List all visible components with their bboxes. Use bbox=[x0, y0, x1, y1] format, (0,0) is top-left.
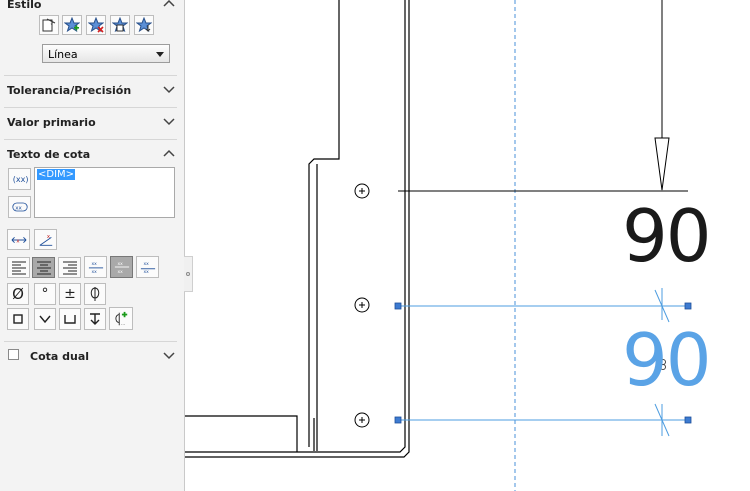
chevron-down-icon bbox=[163, 352, 175, 360]
countersink-symbol-icon[interactable] bbox=[34, 308, 56, 330]
align-center-icon[interactable] bbox=[32, 257, 55, 278]
svg-text:xx: xx bbox=[91, 262, 97, 267]
dimension-value-blue[interactable]: 90 bbox=[622, 324, 712, 396]
align-left-icon[interactable] bbox=[7, 257, 30, 278]
chevron-down-icon bbox=[163, 118, 175, 126]
depth-symbol-icon[interactable] bbox=[84, 308, 106, 330]
dimension-black bbox=[398, 0, 688, 192]
degree-symbol-button[interactable]: ° bbox=[34, 283, 56, 305]
part-edge bbox=[185, 415, 298, 452]
save-style-icon[interactable] bbox=[110, 15, 130, 35]
divider bbox=[4, 341, 177, 342]
style-dropdown[interactable]: Línea bbox=[42, 44, 170, 63]
selection-handle bbox=[394, 302, 402, 310]
section-valor-primario-title: Valor primario bbox=[7, 116, 96, 129]
diameter-symbol: Ø bbox=[12, 285, 24, 303]
more-symbols-icon[interactable]: ... bbox=[109, 307, 133, 330]
selection-handle bbox=[394, 416, 402, 424]
svg-text:xx: xx bbox=[117, 262, 123, 267]
degree-symbol: ° bbox=[41, 286, 49, 302]
svg-text:xx: xx bbox=[91, 270, 97, 275]
svg-text:xx: xx bbox=[117, 270, 123, 275]
section-cota-dual-header[interactable]: Cota dual bbox=[0, 344, 184, 368]
divider bbox=[4, 75, 177, 76]
chevron-up-icon bbox=[163, 149, 175, 157]
text-top-icon[interactable]: xx xx bbox=[84, 256, 107, 278]
section-texto-cota-title: Texto de cota bbox=[7, 148, 91, 161]
align-right-icon[interactable] bbox=[58, 257, 81, 278]
center-dimension-icon[interactable]: x bbox=[7, 229, 30, 250]
dimension-text-field[interactable]: <DIM> bbox=[34, 167, 175, 218]
apply-default-style-icon[interactable]: ✓ bbox=[39, 15, 59, 35]
svg-text:✓: ✓ bbox=[50, 21, 54, 27]
style-dropdown-value: Línea bbox=[48, 48, 78, 61]
counterbore-symbol-icon[interactable] bbox=[59, 308, 81, 330]
svg-text:xx: xx bbox=[143, 270, 149, 275]
selection-handle bbox=[684, 416, 692, 424]
svg-text:xx: xx bbox=[15, 205, 22, 211]
section-texto-cota-header[interactable]: Texto de cota bbox=[0, 142, 184, 166]
plus-minus-symbol-button[interactable]: ± bbox=[59, 283, 81, 305]
add-style-icon[interactable] bbox=[62, 15, 82, 35]
section-cota-dual-title: Cota dual bbox=[30, 350, 90, 363]
svg-text:x: x bbox=[16, 238, 19, 244]
chevron-up-icon bbox=[163, 0, 175, 7]
part-outline bbox=[185, 0, 406, 453]
svg-text:x: x bbox=[46, 234, 49, 240]
diameter-symbol-button[interactable]: Ø bbox=[7, 283, 29, 305]
section-estilo-header[interactable]: Estilo bbox=[0, 0, 184, 16]
hole-center-mark bbox=[354, 412, 370, 428]
svg-text:(xx): (xx) bbox=[12, 175, 27, 184]
delete-style-icon[interactable] bbox=[86, 15, 106, 35]
chevron-down-icon bbox=[163, 86, 175, 94]
divider bbox=[4, 139, 177, 140]
add-parenthesis-icon[interactable]: (xx) bbox=[8, 168, 31, 190]
part-outline-offset bbox=[185, 0, 410, 458]
square-symbol-icon[interactable] bbox=[7, 308, 29, 330]
section-tolerancia-header[interactable]: Tolerancia/Precisión bbox=[0, 78, 184, 102]
offset-text-icon[interactable]: x bbox=[34, 229, 57, 250]
text-bottom-icon[interactable]: xx xx bbox=[136, 256, 159, 278]
svg-text:xx: xx bbox=[143, 262, 149, 267]
text-middle-icon[interactable]: xx xx bbox=[110, 256, 133, 278]
hole-center-mark bbox=[354, 183, 370, 199]
load-style-icon[interactable] bbox=[134, 15, 154, 35]
hole-center-mark bbox=[354, 297, 370, 313]
svg-text:...: ... bbox=[121, 322, 125, 327]
dimension-value-black[interactable]: 90 bbox=[622, 200, 712, 272]
dimension-text-value: <DIM> bbox=[37, 169, 76, 180]
divider bbox=[4, 107, 177, 108]
property-manager-panel: Estilo ✓ Línea Tolerancia/Precisión Valo… bbox=[0, 0, 185, 491]
section-valor-primario-header[interactable]: Valor primario bbox=[0, 110, 184, 134]
selection-handle bbox=[684, 302, 692, 310]
plus-minus-symbol: ± bbox=[64, 286, 76, 302]
inspection-dimension-icon[interactable]: xx bbox=[8, 196, 31, 218]
dropdown-arrow-icon bbox=[156, 52, 164, 57]
part-edge bbox=[308, 0, 340, 447]
cota-dual-checkbox[interactable] bbox=[8, 349, 19, 360]
centerline-symbol-icon[interactable] bbox=[84, 283, 106, 305]
section-tolerancia-title: Tolerancia/Precisión bbox=[7, 84, 132, 97]
section-estilo-title: Estilo bbox=[7, 0, 42, 11]
